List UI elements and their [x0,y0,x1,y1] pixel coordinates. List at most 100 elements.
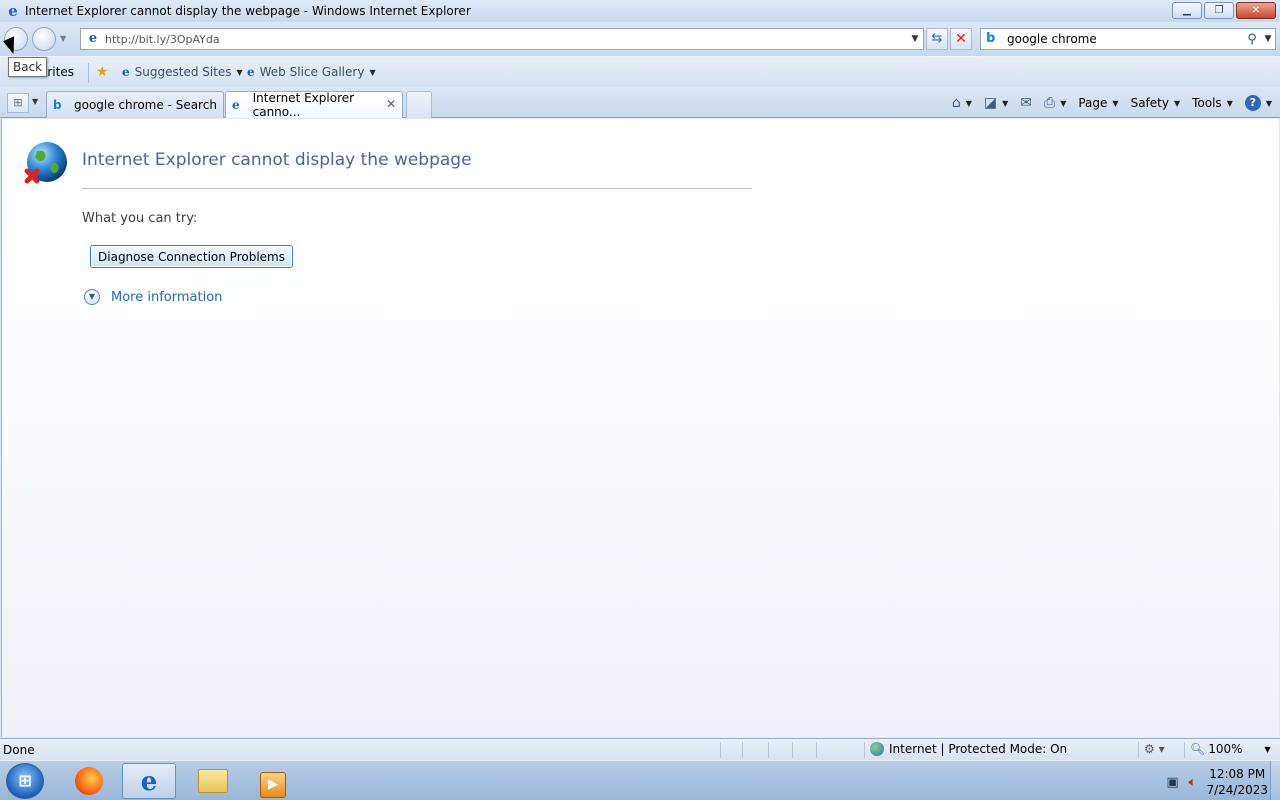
page-menu-label: Page [1078,96,1108,110]
network-icon[interactable]: ▣ [1166,775,1178,790]
folder-icon [198,769,228,793]
protected-mode-settings-icon[interactable]: ⚙ ▾ [1144,742,1165,756]
search-icon[interactable]: ⚲ [1243,32,1261,47]
safety-menu[interactable]: Safety ▼ [1131,96,1181,110]
security-zone[interactable]: Internet | Protected Mode: On [870,742,1067,756]
error-title: Internet Explorer cannot display the web… [82,150,472,170]
search-box[interactable]: b google chrome ⚲ ▼ [980,28,1276,50]
suggested-sites-label: Suggested Sites [134,65,232,79]
window-title: Internet Explorer cannot display the web… [25,4,471,18]
expand-chevron-icon[interactable]: ▼ [84,289,100,305]
tab-google-chrome-search[interactable]: b google chrome - Search [46,91,224,118]
chevron-down-icon: ▼ [1002,98,1009,108]
chevron-down-icon: ▼ [1060,98,1067,108]
taskbar-internet-explorer[interactable]: e [122,763,176,799]
safety-menu-label: Safety [1130,96,1169,110]
chevron-down-icon: ▼ [1226,98,1233,108]
taskbar: ⊞ e ▶ ▣ 🔈︎ 12:08 PM 7/24/2023 [0,760,1280,800]
taskbar-media-player[interactable]: ▶ [246,763,300,799]
help-icon: ? [1244,95,1261,111]
address-dropdown-icon[interactable]: ▼ [907,34,923,44]
ie-logo-icon: e [8,2,18,20]
page-icon: e [88,31,98,46]
more-information-toggle[interactable]: ▼ More information [84,289,222,305]
chevron-down-icon: ▼ [1173,98,1181,108]
divider [1184,742,1185,758]
tab-ie-error[interactable]: e Internet Explorer canno... ✕ [225,91,403,119]
taskbar-firefox[interactable] [62,763,116,799]
status-bar: Done Internet | Protected Mode: On ⚙ ▾ 🔍… [0,738,1280,760]
window-controls: ▁ ❐ ✕ [1170,2,1276,19]
clock-date: 7/24/2023 [1206,783,1268,797]
chevron-down-icon: ▼ [236,67,243,77]
internet-zone-icon [870,742,884,756]
ie-page-icon: e [232,98,240,112]
tools-menu-label: Tools [1192,96,1222,110]
quick-tabs-button[interactable]: ⊞ [7,93,29,113]
read-mail-button[interactable]: ✉ [1020,95,1032,111]
taskbar-windows-explorer[interactable] [186,763,240,799]
page-content: Internet Explorer cannot display the web… [1,119,1279,737]
command-bar: ⌂ ▼ ◪ ▼ ✉ ⎙ ▼ Page ▼ Safety ▼ Tools ▼ ? … [940,92,1272,114]
zoom-control[interactable]: 🔍︎ 100% ▼ [1190,742,1271,756]
start-button[interactable]: ⊞ [6,763,44,799]
rss-feed-icon: ◪ [983,95,998,111]
minimize-button[interactable]: ▁ [1172,2,1202,19]
help-menu[interactable]: ? ▼ [1244,95,1272,111]
navigation-bar: ▼ e http://bit.ly/3OpAYda ▼ ⇆ ✕ b google… [0,22,1280,56]
ie-logo-icon: e [140,767,158,797]
search-options-dropdown[interactable]: ▼ [1261,34,1275,44]
globe-error-icon [24,142,67,184]
restore-button[interactable]: ❐ [1204,2,1234,19]
web-slice-gallery-button[interactable]: e Web Slice Gallery ▼ [247,65,376,79]
tools-menu[interactable]: Tools ▼ [1192,96,1233,110]
divider [720,742,721,758]
firefox-icon [75,767,103,795]
home-button[interactable]: ⌂ ▼ [952,95,972,111]
chevron-down-icon: ▼ [1265,98,1272,108]
page-menu[interactable]: Page ▼ [1078,96,1118,110]
home-icon: ⌂ [951,95,961,111]
title-bar: e Internet Explorer cannot display the w… [0,0,1280,22]
clock-time: 12:08 PM [1209,767,1266,781]
divider [816,742,817,758]
what-you-can-try-label: What you can try: [82,211,198,226]
add-to-favorites-bar-icon[interactable]: ★ [96,64,109,80]
ie-page-icon: e [122,65,130,79]
web-slice-gallery-label: Web Slice Gallery [259,65,365,79]
bing-icon: b [53,98,62,112]
tab-label: google chrome - Search [74,98,217,112]
diagnose-connection-problems-button[interactable]: Diagnose Connection Problems [90,245,293,268]
stop-button[interactable]: ✕ [950,28,972,50]
tab-list-dropdown[interactable]: ▼ [32,97,38,106]
media-player-icon: ▶ [260,772,286,798]
ie-page-icon: e [247,65,255,79]
chevron-down-icon: ▼ [369,67,376,77]
address-bar[interactable]: e http://bit.ly/3OpAYda ▼ [80,28,924,50]
clock[interactable]: 12:08 PM 7/24/2023 [1206,766,1268,798]
more-information-link[interactable]: More information [111,290,222,305]
suggested-sites-button[interactable]: e Suggested Sites ▼ [122,65,243,79]
divider [88,63,89,83]
divider [82,188,752,189]
chevron-down-icon: ▼ [1264,744,1271,754]
new-tab-button[interactable] [406,91,432,118]
print-button[interactable]: ⎙ ▼ [1044,95,1066,111]
tab-label: Internet Explorer canno... [252,91,355,119]
refresh-button[interactable]: ⇆ [926,28,948,50]
status-text: Done [3,743,35,757]
feeds-button[interactable]: ◪ ▼ [984,95,1008,111]
show-desktop-button[interactable] [1270,761,1280,800]
forward-button[interactable] [32,27,56,51]
close-tab-icon[interactable]: ✕ [386,97,396,111]
volume-muted-icon[interactable]: 🔈︎ [1189,775,1197,790]
divider [792,742,793,758]
address-url[interactable]: http://bit.ly/3OpAYda [105,33,907,46]
tab-bar: ⊞ ▼ b google chrome - Search e Internet … [0,87,1280,119]
search-input[interactable]: google chrome [1007,32,1243,46]
recent-pages-dropdown[interactable]: ▼ [60,34,66,43]
zone-label: Internet | Protected Mode: On [889,742,1068,756]
divider [742,742,743,758]
zoom-icon: 🔍︎ [1190,742,1206,756]
close-window-button[interactable]: ✕ [1236,2,1276,19]
